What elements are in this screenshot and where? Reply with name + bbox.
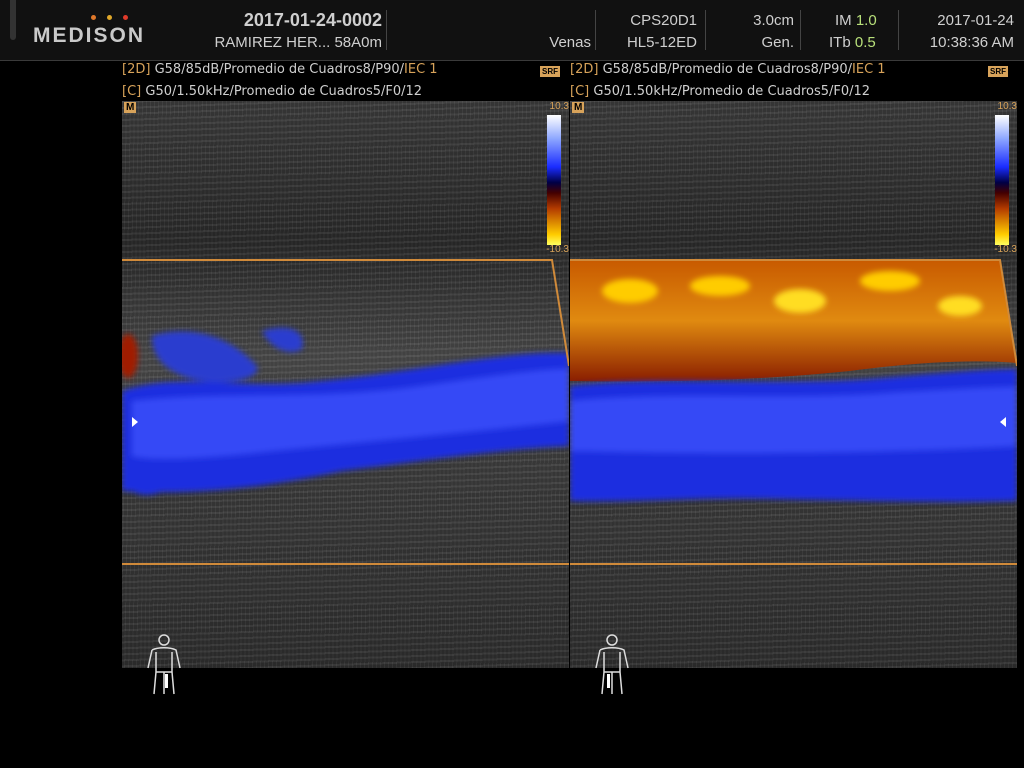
header-divider [595,10,596,50]
artery-flow-red [122,334,138,378]
patient-name: RAMIREZ HER... 58A0m [214,34,382,51]
orientation-marker-icon [132,417,138,427]
itb-value: 0.5 [854,34,876,51]
gen-label: Gen. [761,34,794,51]
flow-yellow-spot [602,279,658,303]
branch-flow-blue [262,327,303,352]
flow-yellow-spot [938,296,982,316]
m-marker: M [124,102,137,113]
mode-2d-settings-left: [2D] G58/85dB/Promedio de Cuadros8/P90/I… [122,62,438,77]
mode-c-params: G50/1.50kHz/Promedio de Cuadros5/F0/12 [145,84,423,99]
mode-2d-params: G58/85dB/Promedio de Cuadros8/P90/ [602,62,853,77]
vein-flow-blue [125,467,169,495]
header-divider [800,10,801,50]
preset-label: CPS20D1 [630,12,697,29]
im-indicator: IM 1.0 [835,12,877,29]
scale-min: -10.3 [546,244,569,255]
im-value: 1.0 [855,12,877,29]
mode-2d-tag: [2D] [570,62,599,77]
mode-2d-tag: [2D] [122,62,151,77]
color-scale-bar [995,115,1009,245]
orientation-marker-icon [1000,417,1006,427]
doppler-overlay-right [570,259,1017,565]
probe-label: HL5-12ED [626,34,697,51]
body-marker-icon[interactable] [582,632,642,696]
doppler-overlay-left [122,259,569,565]
iec-label: IEC 1 [852,62,886,77]
scale-min: -10.3 [994,244,1017,255]
artery-flow-orange [570,260,1017,382]
brand-logo: MEDISON [33,24,146,47]
scale-max: 10.3 [549,101,569,112]
patient-id: 2017-01-24-0002 [243,10,382,30]
mode-2d-settings-right: [2D] G58/85dB/Promedio de Cuadros8/P90/I… [570,62,886,77]
header-divider [898,10,899,50]
ultrasound-image-right[interactable]: M 10.3 -10.3 [570,101,1017,668]
srf-badge: SRF [988,66,1008,77]
menu-tab[interactable] [10,0,16,40]
iec-label: IEC 1 [404,62,438,77]
panel-divider [569,101,570,668]
logo-dots [91,15,131,21]
scale-max: 10.3 [997,101,1017,112]
branch-flow-blue [152,331,258,383]
srf-badge: SRF [540,66,560,77]
m-marker: M [572,102,585,113]
header-divider [386,10,387,50]
application-label: Venas [549,34,591,51]
mode-c-tag: [C] [570,84,590,99]
itb-label: ITb [829,34,851,51]
im-label: IM [835,12,852,29]
mode-2d-params: G58/85dB/Promedio de Cuadros8/P90/ [154,62,405,77]
mode-c-params: G50/1.50kHz/Promedio de Cuadros5/F0/12 [593,84,871,99]
mode-c-settings-left: [C] G50/1.50kHz/Promedio de Cuadros5/F0/… [122,84,422,99]
exam-time: 10:38:36 AM [929,34,1014,51]
header-divider [705,10,706,50]
header-bar: MEDISON 2017-01-24-0002 RAMIREZ HER... 5… [0,0,1024,61]
mode-c-tag: [C] [122,84,142,99]
color-scale-bar [547,115,561,245]
ultrasound-image-left[interactable]: M 10.3 -10.3 [122,101,569,668]
mode-c-settings-right: [C] G50/1.50kHz/Promedio de Cuadros5/F0/… [570,84,870,99]
flow-yellow-spot [774,289,826,313]
exam-date: 2017-01-24 [937,12,1014,29]
flow-yellow-spot [860,271,920,291]
body-marker-icon[interactable] [134,632,194,696]
depth-value: 3.0cm [753,12,794,29]
itb-indicator: ITb 0.5 [829,34,876,51]
flow-yellow-spot [690,276,750,296]
